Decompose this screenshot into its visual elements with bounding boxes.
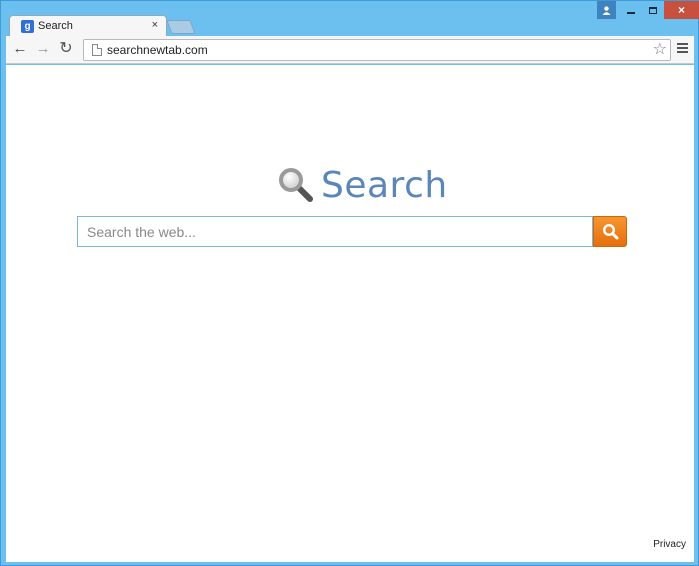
privacy-link[interactable]: Privacy <box>653 539 686 550</box>
back-icon[interactable]: ← <box>11 40 29 58</box>
profile-button[interactable] <box>597 1 616 19</box>
title-bar: g Search × × <box>1 1 699 37</box>
close-icon: × <box>677 3 685 17</box>
close-window-button[interactable]: × <box>664 1 699 19</box>
page-viewport: Search Privacy <box>6 65 694 562</box>
logo-text: Search <box>321 164 448 206</box>
search-icon <box>602 223 619 240</box>
search-input[interactable] <box>78 217 592 246</box>
forward-icon[interactable]: → <box>34 40 52 58</box>
tab-search[interactable]: g Search × <box>9 15 167 37</box>
new-tab-button[interactable] <box>166 20 196 34</box>
maximize-icon <box>649 6 657 14</box>
search-logo: Search <box>278 164 448 206</box>
page-icon <box>92 44 102 56</box>
minimize-button[interactable] <box>620 1 642 19</box>
star-icon[interactable]: ☆ <box>653 40 667 60</box>
minimize-icon <box>627 12 635 14</box>
reload-icon[interactable]: ↻ <box>57 40 75 58</box>
browser-toolbar: ← → ↻ searchnewtab.com ☆ <box>6 36 694 64</box>
search-button[interactable] <box>593 216 627 247</box>
magnifier-logo-icon <box>278 167 314 203</box>
profile-icon <box>602 5 611 15</box>
url-text[interactable]: searchnewtab.com <box>107 43 208 57</box>
address-bar[interactable]: searchnewtab.com ☆ <box>83 39 671 61</box>
search-box <box>77 216 593 247</box>
tab-close-icon[interactable]: × <box>152 19 158 31</box>
favicon-icon: g <box>21 20 34 33</box>
maximize-button[interactable] <box>642 1 664 19</box>
menu-icon[interactable] <box>677 43 688 55</box>
tab-title: Search <box>38 20 73 32</box>
browser-window: g Search × × ← → ↻ searchnewtab.com ☆ Se… <box>0 0 699 566</box>
